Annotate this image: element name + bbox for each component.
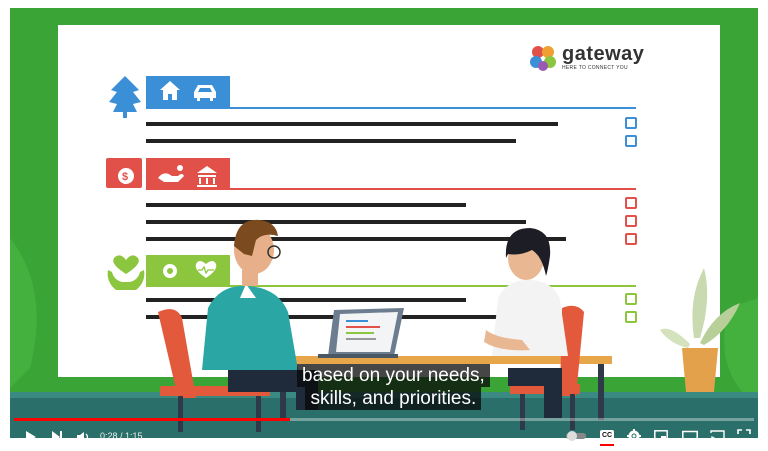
next-icon[interactable] [50,430,64,444]
brand-tagline: HERE TO CONNECT YOU [562,65,628,71]
progress-bar[interactable] [14,418,754,421]
progress-bar-fill [14,418,291,421]
video-frame[interactable]: $ gateway HERE TO CONNECT YOU based on y… [10,8,758,438]
volume-icon[interactable] [76,430,90,444]
brand-logo: gateway HERE TO CONNECT YOU [530,44,644,72]
settings-gear-icon[interactable] [627,429,641,443]
miniplayer-icon[interactable] [654,430,668,442]
subtitles: based on your needs, skills, and priorit… [297,364,490,410]
svg-text:$: $ [122,171,128,183]
player-controls: 0:28 / 1:15 CC [10,418,758,451]
theater-mode-icon[interactable] [682,430,698,442]
video-player[interactable]: $ gateway HERE TO CONNECT YOU based on y… [0,0,768,451]
cast-icon[interactable] [710,430,725,442]
cc-icon[interactable]: CC [600,430,614,441]
subtitle-line-2: skills, and priorities. [305,387,482,410]
gateway-logo-icon [530,46,556,71]
play-icon[interactable] [24,430,38,444]
subtitle-line-1: based on your needs, [297,364,490,387]
fullscreen-icon[interactable] [737,429,751,443]
brand-name: gateway [562,43,645,65]
cc-active-indicator [600,444,614,446]
autoplay-toggle-icon[interactable] [566,431,586,441]
time-display: 0:28 / 1:15 [100,431,143,441]
